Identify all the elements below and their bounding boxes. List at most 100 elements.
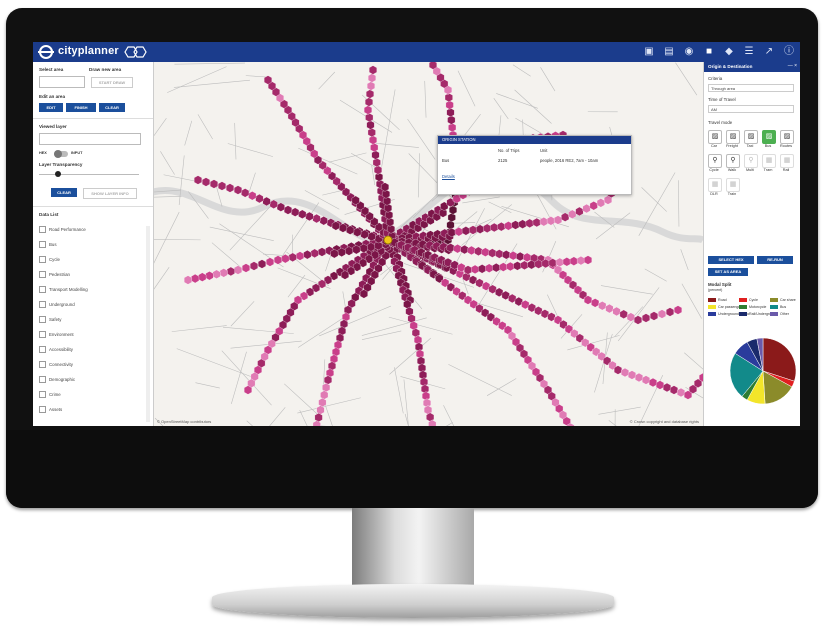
hex-cell[interactable] — [469, 225, 477, 235]
map-icon[interactable]: ▣ — [642, 45, 656, 59]
hex-cell[interactable] — [612, 306, 621, 317]
hex-cell[interactable] — [650, 311, 658, 321]
checkbox[interactable] — [39, 241, 46, 249]
hex-cell[interactable] — [658, 309, 666, 319]
data-list-item[interactable]: Accessibility — [39, 344, 73, 355]
hex-cell[interactable] — [460, 244, 469, 255]
hex-cell[interactable] — [626, 312, 635, 322]
hex-cell[interactable] — [219, 268, 228, 278]
hex-cell[interactable] — [205, 271, 214, 281]
hex-cell[interactable] — [589, 201, 598, 211]
hex-cell[interactable] — [184, 275, 192, 285]
hex-cell[interactable] — [642, 375, 650, 385]
mode-walk-button[interactable]: ⚲ — [726, 154, 740, 168]
checkbox[interactable] — [39, 361, 46, 369]
hex-cell[interactable] — [562, 257, 571, 267]
map-canvas[interactable] — [153, 62, 703, 426]
hex-cell[interactable] — [212, 269, 221, 279]
layer-toggle[interactable] — [54, 150, 68, 158]
chart-icon[interactable]: ▤ — [662, 45, 676, 59]
hex-cell[interactable] — [447, 115, 456, 125]
checkbox[interactable] — [39, 256, 46, 264]
hex-cell[interactable] — [520, 260, 529, 270]
hex-cell[interactable] — [446, 107, 455, 118]
data-list-item[interactable]: Demographic — [39, 374, 75, 385]
checkbox[interactable] — [39, 331, 46, 339]
data-list-item[interactable]: Safety — [39, 314, 61, 325]
panel-close-icon[interactable]: — × — [788, 63, 797, 69]
hex-cell[interactable] — [194, 175, 202, 185]
origin-marker[interactable] — [383, 235, 393, 245]
hex-cell[interactable] — [649, 377, 657, 388]
hex-cell[interactable] — [258, 259, 266, 269]
hex-cell[interactable] — [291, 207, 300, 217]
hex-cell[interactable] — [674, 305, 682, 315]
hex-cell[interactable] — [366, 120, 375, 130]
mode-freight-button[interactable]: ▨ — [726, 130, 740, 144]
mode-multi-button[interactable]: ⚲ — [744, 154, 758, 168]
hex-cell[interactable] — [497, 222, 506, 232]
hex-cell[interactable] — [248, 191, 257, 201]
hex-layer[interactable] — [184, 62, 703, 426]
mode-routes-button[interactable]: ▨ — [780, 130, 794, 144]
hex-cell[interactable] — [481, 247, 490, 257]
hex-cell[interactable] — [504, 221, 513, 231]
hex-cell[interactable] — [621, 367, 629, 378]
mode-dlr-button[interactable]: ▦ — [708, 178, 722, 192]
hex-cell[interactable] — [447, 212, 456, 223]
hex-cell[interactable] — [296, 251, 304, 261]
hex-cell[interactable] — [490, 222, 499, 233]
origin-destination-icon[interactable]: ◉ — [682, 45, 696, 59]
clear-layer-button[interactable]: CLEAR — [51, 188, 77, 197]
hex-cell[interactable] — [677, 387, 685, 398]
select-area-dropdown[interactable] — [39, 76, 85, 88]
edit-button[interactable]: EDIT — [39, 103, 63, 112]
hex-cell[interactable] — [242, 263, 250, 273]
hex-cell[interactable] — [532, 217, 541, 228]
checkbox[interactable] — [39, 301, 46, 309]
clear-area-button[interactable]: CLEAR — [99, 103, 125, 112]
hex-cell[interactable] — [582, 203, 591, 214]
data-list-item[interactable]: Pedestrian — [39, 269, 70, 280]
mode-rail-button[interactable]: ▦ — [780, 154, 794, 168]
data-list-item[interactable]: Road Performance — [39, 224, 86, 235]
mode-car-button[interactable]: ▨ — [708, 130, 722, 144]
hex-cell[interactable] — [502, 250, 511, 260]
hex-cell[interactable] — [635, 372, 643, 383]
hex-cell[interactable] — [471, 264, 480, 274]
hex-cell[interactable] — [371, 150, 380, 160]
hex-cell[interactable] — [576, 256, 585, 266]
hex-cell[interactable] — [202, 177, 210, 187]
hex-cell[interactable] — [305, 211, 314, 222]
hex-cell[interactable] — [461, 226, 470, 236]
hex-cell[interactable] — [241, 188, 250, 198]
hex-cell[interactable] — [226, 266, 235, 277]
hex-cell[interactable] — [495, 249, 504, 259]
hex-cell[interactable] — [523, 252, 532, 262]
hex-cell[interactable] — [234, 185, 242, 195]
hex-cell[interactable] — [555, 257, 564, 267]
time-select[interactable]: AM — [708, 105, 794, 113]
transparency-slider-track[interactable] — [39, 174, 139, 175]
hex-cell[interactable] — [492, 263, 501, 273]
checkbox[interactable] — [39, 271, 46, 279]
hex-cell[interactable] — [365, 112, 374, 123]
hex-cell[interactable] — [513, 261, 522, 271]
hex-cell[interactable] — [446, 220, 455, 230]
mode-bus-button[interactable]: ▨ — [762, 130, 776, 144]
criteria-select[interactable]: Through area — [708, 84, 794, 92]
hex-cell[interactable] — [274, 255, 282, 265]
hex-cell[interactable] — [226, 183, 234, 193]
hex-cell[interactable] — [619, 309, 628, 319]
hex-cell[interactable] — [518, 219, 527, 229]
hex-cell[interactable] — [266, 257, 274, 267]
hex-cell[interactable] — [656, 380, 664, 390]
data-list-item[interactable]: Underground — [39, 299, 75, 310]
data-list-item[interactable]: Environment — [39, 329, 74, 340]
list-icon[interactable]: ☰ — [742, 45, 756, 59]
data-list-item[interactable]: Cycle — [39, 254, 60, 265]
data-list-item[interactable]: Assets — [39, 404, 62, 415]
hex-cell[interactable] — [369, 65, 377, 75]
select-hex-button[interactable]: SELECT HEX — [708, 256, 754, 264]
hex-cell[interactable] — [288, 252, 297, 262]
